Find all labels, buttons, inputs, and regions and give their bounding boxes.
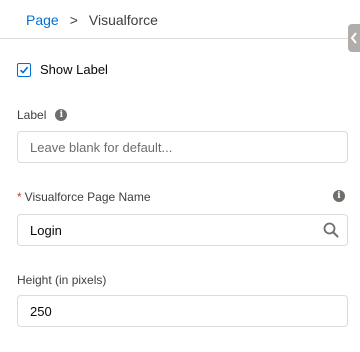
breadcrumb-link-page[interactable]: Page bbox=[26, 10, 59, 30]
height-field-label: Height (in pixels) bbox=[17, 273, 106, 287]
header-divider bbox=[0, 38, 348, 39]
show-label-text: Show Label bbox=[40, 62, 108, 77]
height-field-label-text: Height (in pixels) bbox=[17, 273, 107, 287]
page-name-field-label-text: Visualforce Page Name bbox=[24, 190, 151, 204]
label-input[interactable] bbox=[17, 131, 348, 163]
chevron-left-icon bbox=[350, 32, 357, 44]
info-icon[interactable]: i bbox=[55, 109, 68, 121]
required-marker: * bbox=[17, 190, 22, 204]
property-panel: Page > Visualforce Show Label Label i * … bbox=[0, 0, 360, 352]
search-icon[interactable] bbox=[323, 222, 339, 238]
height-input[interactable] bbox=[17, 295, 348, 327]
show-label-checkbox[interactable] bbox=[17, 62, 31, 77]
checkmark-icon bbox=[19, 66, 29, 74]
page-name-field-label: * Visualforce Page Name bbox=[17, 190, 151, 204]
info-icon[interactable]: i bbox=[333, 190, 345, 202]
collapse-panel-button[interactable] bbox=[348, 24, 360, 52]
breadcrumb-separator: > bbox=[69, 12, 78, 28]
breadcrumb: Page > Visualforce bbox=[26, 10, 158, 30]
show-label-option[interactable]: Show Label bbox=[17, 62, 108, 77]
breadcrumb-current: Visualforce bbox=[88, 12, 158, 28]
label-field-label: Label i bbox=[17, 108, 68, 122]
label-field-label-text: Label bbox=[17, 108, 47, 122]
page-name-input[interactable] bbox=[17, 214, 348, 246]
